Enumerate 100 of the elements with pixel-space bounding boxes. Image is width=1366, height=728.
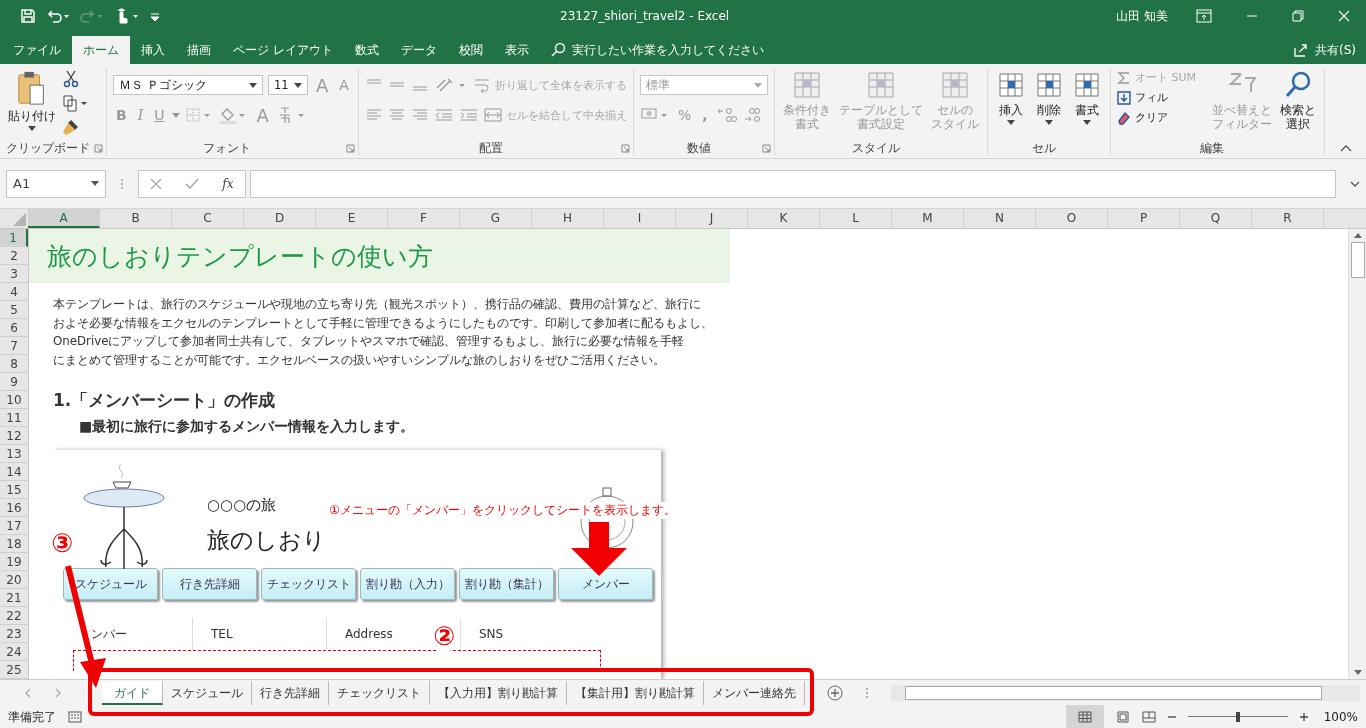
caret-icon[interactable]: [172, 112, 181, 118]
row-header[interactable]: 13: [0, 445, 28, 463]
undo-icon[interactable]: [46, 8, 70, 24]
row-header[interactable]: 3: [0, 265, 28, 283]
ribbon-tab[interactable]: ファイル: [2, 36, 72, 64]
formula-input[interactable]: [250, 169, 1336, 198]
ribbon-tab[interactable]: 描画: [176, 36, 222, 64]
column-header[interactable]: L: [820, 209, 892, 228]
row-header[interactable]: 11: [0, 409, 28, 427]
column-header[interactable]: E: [316, 209, 388, 228]
sheet-tab[interactable]: 【入力用】割り勘計算: [430, 680, 567, 705]
sheet-tab[interactable]: ガイド: [102, 680, 163, 705]
normal-view-icon[interactable]: [1065, 705, 1104, 728]
zoom-out-icon[interactable]: [1167, 713, 1176, 721]
ribbon-display-options-icon[interactable]: [1196, 9, 1212, 23]
zoom-level[interactable]: 100%: [1323, 710, 1358, 724]
macro-recording-icon[interactable]: [68, 711, 82, 723]
new-sheet-icon[interactable]: [827, 684, 843, 701]
scissors-icon[interactable]: [62, 70, 80, 88]
cancel-icon[interactable]: [150, 177, 163, 190]
ribbon-tab[interactable]: 表示: [493, 36, 540, 64]
row-header[interactable]: 7: [0, 337, 28, 355]
tell-me-field[interactable]: 実行したい作業を入力してください: [549, 36, 802, 64]
row-header[interactable]: 16: [0, 499, 28, 517]
dialog-launcher-icon[interactable]: [345, 143, 355, 153]
paste-button[interactable]: 貼り付け: [6, 68, 58, 134]
column-header[interactable]: B: [100, 209, 172, 228]
column-header[interactable]: Q: [1180, 209, 1252, 228]
row-header[interactable]: 15: [0, 481, 28, 499]
align-left-icon[interactable]: [364, 107, 383, 123]
column-header[interactable]: A: [28, 209, 100, 228]
column-header[interactable]: G: [460, 209, 532, 228]
restore-icon[interactable]: [1292, 10, 1304, 22]
menu-button[interactable]: チェックリスト: [261, 568, 356, 600]
expand-formula-bar-icon[interactable]: [1350, 180, 1360, 187]
row-header[interactable]: 24: [0, 643, 28, 661]
splitter-icon[interactable]: [865, 686, 869, 699]
row-header[interactable]: 4: [0, 283, 28, 301]
row-header[interactable]: 17: [0, 517, 28, 535]
share-icon[interactable]: [1293, 42, 1309, 58]
enter-icon[interactable]: [185, 177, 200, 190]
close-icon[interactable]: [1338, 10, 1350, 22]
column-header[interactable]: P: [1108, 209, 1180, 228]
align-right-icon[interactable]: [410, 107, 429, 123]
column-header[interactable]: O: [1036, 209, 1108, 228]
zoom-slider-thumb[interactable]: [1235, 712, 1240, 722]
row-header[interactable]: 8: [0, 355, 28, 373]
paintbrush-icon[interactable]: [62, 118, 80, 136]
column-header[interactable]: K: [748, 209, 820, 228]
column-header[interactable]: H: [532, 209, 604, 228]
editing-button[interactable]: 検索と 選択: [1277, 68, 1318, 134]
row-header[interactable]: 9: [0, 373, 28, 391]
editing-button[interactable]: フィル: [1116, 90, 1196, 105]
row-header[interactable]: 20: [0, 571, 28, 589]
horizontal-scrollbar[interactable]: [891, 684, 1360, 701]
column-header[interactable]: C: [172, 209, 244, 228]
dialog-launcher-icon[interactable]: [94, 143, 103, 153]
column-header[interactable]: J: [676, 209, 748, 228]
cells-button[interactable]: 削除: [1031, 68, 1066, 128]
collapse-ribbon-icon[interactable]: [1340, 144, 1352, 152]
row-header[interactable]: 12: [0, 427, 28, 445]
name-box[interactable]: A1: [6, 169, 106, 198]
font-name-dropdown[interactable]: ＭＳ Ｐゴシック: [113, 75, 263, 95]
zoom-in-icon[interactable]: [1299, 713, 1308, 721]
sheet-tab[interactable]: 【集計用】割り勘計算: [567, 680, 704, 705]
menu-button[interactable]: 割り勘（入力）: [360, 568, 455, 600]
row-header[interactable]: 2: [0, 247, 28, 265]
row-header[interactable]: 1: [0, 229, 28, 247]
ribbon-tab[interactable]: 数式: [343, 36, 390, 64]
sheet-tab[interactable]: チェックリスト: [329, 680, 430, 705]
column-header[interactable]: R: [1252, 209, 1324, 228]
share-button[interactable]: 共有(S): [1315, 36, 1366, 64]
row-header[interactable]: 14: [0, 463, 28, 481]
increase-indent-icon[interactable]: [458, 107, 479, 123]
insert-function-button[interactable]: fx: [222, 176, 234, 191]
previous-sheet-icon[interactable]: [24, 687, 32, 698]
row-header[interactable]: 23: [0, 625, 28, 643]
increase-decimal-icon[interactable]: [715, 106, 738, 124]
redo-icon[interactable]: [80, 8, 104, 24]
menu-button[interactable]: メンバー: [558, 568, 653, 600]
cells-button[interactable]: 挿入: [993, 68, 1028, 128]
row-header[interactable]: 5: [0, 301, 28, 319]
save-icon[interactable]: [20, 8, 36, 24]
row-header[interactable]: 19: [0, 553, 28, 571]
next-sheet-icon[interactable]: [54, 687, 62, 698]
column-header[interactable]: M: [892, 209, 964, 228]
cells-button[interactable]: 書式: [1069, 68, 1104, 128]
page-break-preview-icon[interactable]: [1141, 711, 1156, 723]
dialog-launcher-icon[interactable]: [761, 143, 771, 153]
column-header[interactable]: D: [244, 209, 316, 228]
row-header[interactable]: 6: [0, 319, 28, 337]
row-header[interactable]: 10: [0, 391, 28, 409]
editing-button[interactable]: クリア: [1116, 110, 1196, 125]
page-layout-view-icon[interactable]: [1115, 711, 1130, 723]
column-header[interactable]: F: [388, 209, 460, 228]
dialog-launcher-icon[interactable]: [620, 143, 630, 153]
menu-button[interactable]: 行き先詳細: [162, 568, 257, 600]
row-header[interactable]: 21: [0, 589, 28, 607]
menu-button[interactable]: スケジュール: [63, 568, 158, 600]
sheet-tab[interactable]: メンバー連絡先: [704, 680, 805, 705]
